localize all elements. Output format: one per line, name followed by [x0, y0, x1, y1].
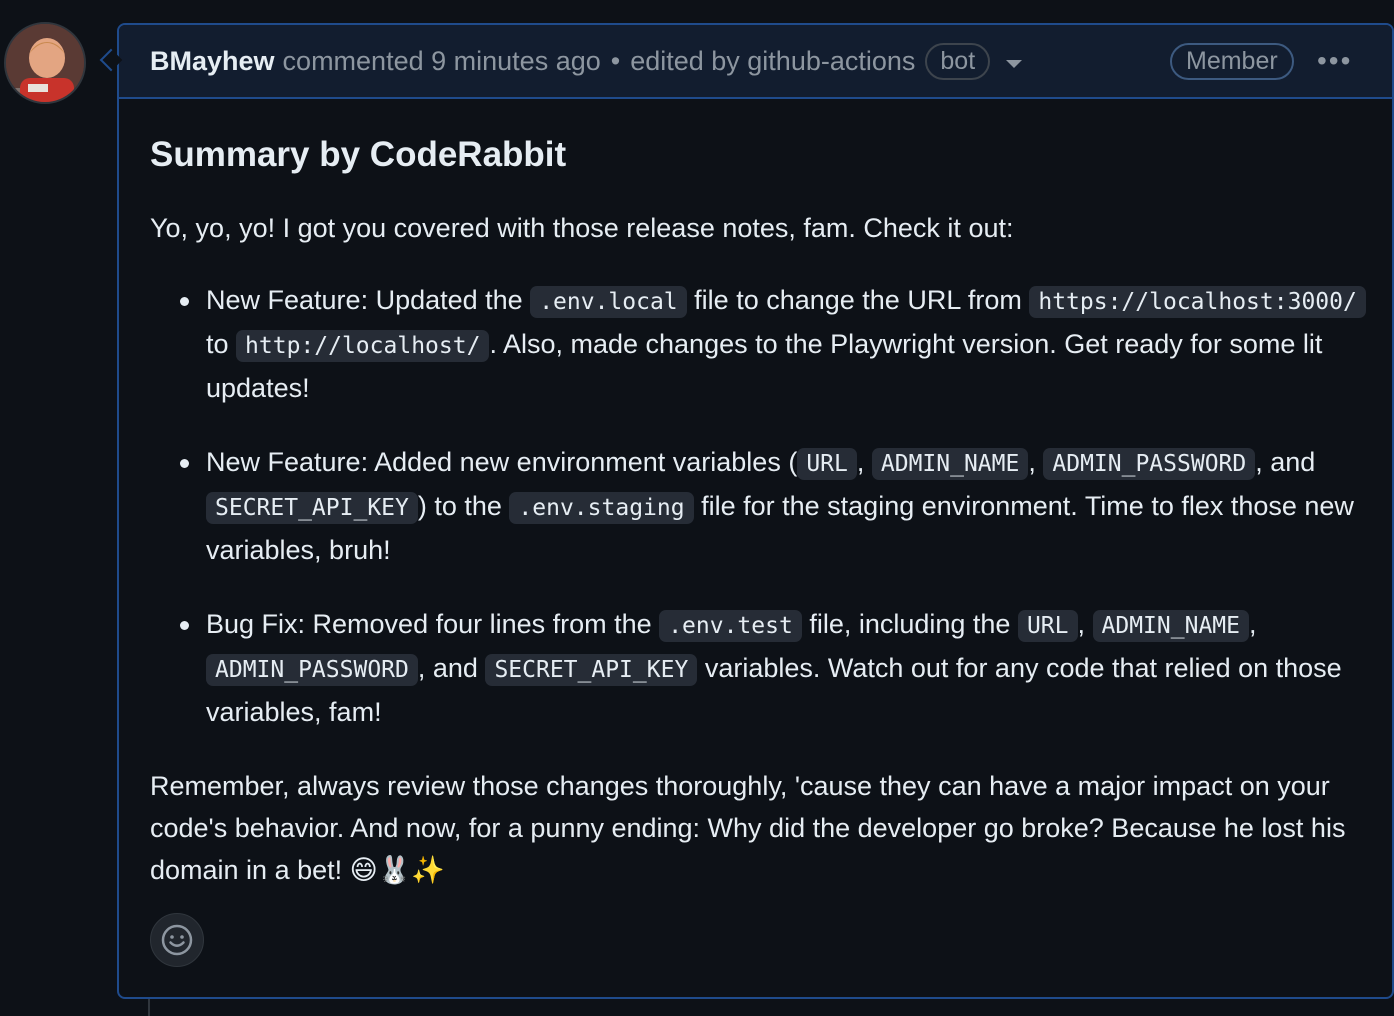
text: , and	[1255, 447, 1316, 477]
author-link[interactable]: BMayhew	[150, 46, 275, 77]
timestamp-link[interactable]: 9 minutes ago	[431, 46, 601, 77]
code-new-url: http://localhost/	[236, 330, 490, 362]
comment-header: BMayhew commented 9 minutes ago • edited…	[119, 25, 1392, 99]
text: ) to the	[417, 491, 510, 521]
text: file, including the	[801, 609, 1018, 639]
text: New Feature: Updated the	[206, 285, 531, 315]
comment-box: BMayhew commented 9 minutes ago • edited…	[117, 23, 1394, 999]
edit-history-caret-icon[interactable]	[1006, 60, 1023, 68]
smiley-icon	[161, 924, 193, 956]
intro-text: Yo, yo, yo! I got you covered with those…	[150, 213, 1014, 243]
text: New Feature: Added new environment varia…	[206, 447, 798, 477]
add-reaction-button[interactable]	[150, 913, 204, 967]
text: to	[206, 329, 237, 359]
avatar-image	[6, 24, 84, 102]
code-env-staging: .env.staging	[509, 492, 694, 524]
list-item: New Feature: Added new environment varia…	[150, 441, 1370, 571]
avatar[interactable]	[4, 22, 86, 104]
code-secret-api-key: SECRET_API_KEY	[485, 654, 698, 686]
code-admin-name: ADMIN_NAME	[871, 448, 1029, 480]
timeline-line	[148, 998, 150, 1016]
edited-by-text[interactable]: edited by github-actions	[630, 46, 915, 77]
bot-badge: bot	[925, 42, 991, 80]
more-options-icon[interactable]: •••	[1317, 45, 1352, 77]
code-old-url: https://localhost:3000/	[1029, 286, 1366, 318]
member-badge: Member	[1170, 43, 1294, 80]
separator-dot: •	[610, 45, 621, 76]
text: ,	[856, 447, 872, 477]
code-secret-api-key: SECRET_API_KEY	[206, 492, 418, 524]
release-notes-list: New Feature: Updated the .env.local file…	[150, 279, 1370, 733]
code-admin-password: ADMIN_PASSWORD	[1043, 448, 1256, 480]
code-admin-name: ADMIN_NAME	[1092, 610, 1249, 642]
text: ,	[1077, 609, 1093, 639]
code-admin-password: ADMIN_PASSWORD	[206, 654, 418, 686]
list-item: Bug Fix: Removed four lines from the .en…	[150, 603, 1370, 733]
code-url: URL	[1017, 610, 1078, 642]
summary-title: Summary by CodeRabbit	[150, 135, 567, 174]
code-env-test: .env.test	[659, 610, 802, 642]
outro-text: Remember, always review those changes th…	[150, 771, 1346, 885]
text: file to change the URL from	[686, 285, 1030, 315]
code-env-local: .env.local	[530, 286, 687, 318]
text: ,	[1249, 609, 1257, 639]
text: , and	[417, 653, 486, 683]
text: ,	[1028, 447, 1044, 477]
text: Bug Fix: Removed four lines from the	[206, 609, 660, 639]
list-item: New Feature: Updated the .env.local file…	[150, 279, 1370, 409]
action-text: commented	[282, 45, 424, 76]
code-url: URL	[797, 448, 857, 480]
comment-body: Summary by CodeRabbit Yo, yo, yo! I got …	[150, 133, 1370, 921]
